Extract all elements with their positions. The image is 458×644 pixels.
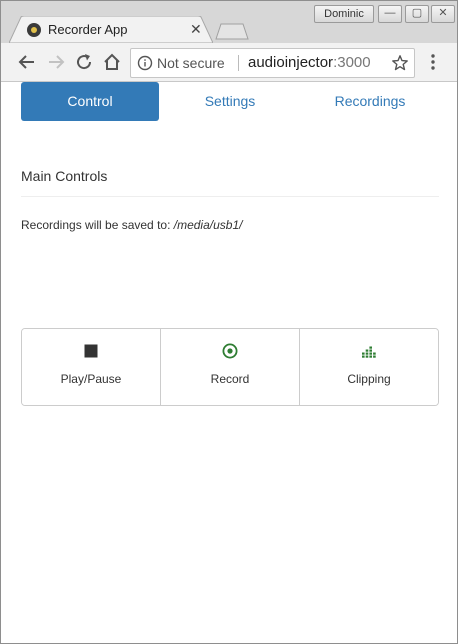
url-text[interactable]: audioinjector:3000 [248, 54, 371, 71]
tab-title: Recorder App [48, 22, 128, 37]
record-label: Record [210, 372, 250, 386]
record-icon [222, 343, 238, 359]
url-port: :3000 [333, 54, 371, 71]
save-location-text: Recordings will be saved to: /media/usb1… [21, 218, 242, 232]
window-close-button[interactable]: ✕ [431, 5, 455, 23]
menu-kebab-icon[interactable] [423, 52, 443, 72]
back-icon[interactable] [17, 52, 37, 72]
play-pause-button[interactable]: Play/Pause [22, 329, 161, 405]
maximize-button[interactable]: ▢ [405, 5, 429, 23]
nav-control[interactable]: Control [21, 82, 159, 121]
home-icon[interactable] [102, 52, 122, 72]
new-tab-button[interactable] [215, 23, 249, 40]
forward-icon[interactable] [46, 52, 66, 72]
browser-toolbar: Not secure audioinjector:3000 [1, 43, 457, 82]
section-title: Main Controls [21, 168, 108, 184]
clipping-button[interactable]: Clipping [300, 329, 438, 405]
title-bar: Dominic — ▢ ✕ Recorder App ✕ [1, 1, 457, 43]
equalizer-icon [362, 346, 376, 358]
url-host: audioinjector [248, 54, 334, 71]
browser-tab[interactable]: Recorder App ✕ [9, 16, 213, 43]
stop-icon [84, 344, 98, 358]
address-separator [238, 55, 239, 71]
nav-recordings[interactable]: Recordings [301, 82, 439, 121]
save-prefix: Recordings will be saved to: [21, 218, 174, 232]
page-content: Control Settings Recordings Main Control… [1, 82, 457, 643]
address-bar[interactable]: Not secure audioinjector:3000 [130, 48, 415, 78]
minimize-button[interactable]: — [378, 5, 402, 23]
save-path: /media/usb1/ [173, 218, 243, 232]
play-pause-label: Play/Pause [60, 372, 122, 386]
browser-window: Dominic — ▢ ✕ Recorder App ✕ Not secure … [0, 0, 458, 644]
info-icon[interactable] [137, 55, 153, 71]
bookmark-star-icon[interactable] [391, 54, 409, 72]
section-divider [21, 196, 439, 197]
profile-button[interactable]: Dominic [314, 5, 374, 23]
security-label: Not secure [157, 55, 225, 71]
clipping-label: Clipping [347, 372, 391, 386]
record-button[interactable]: Record [161, 329, 300, 405]
favicon-icon [27, 23, 41, 37]
tab-close-icon[interactable]: ✕ [190, 21, 202, 38]
nav-settings[interactable]: Settings [161, 82, 299, 121]
control-button-group: Play/Pause Record Clipping [21, 328, 439, 406]
reload-icon[interactable] [74, 52, 94, 72]
